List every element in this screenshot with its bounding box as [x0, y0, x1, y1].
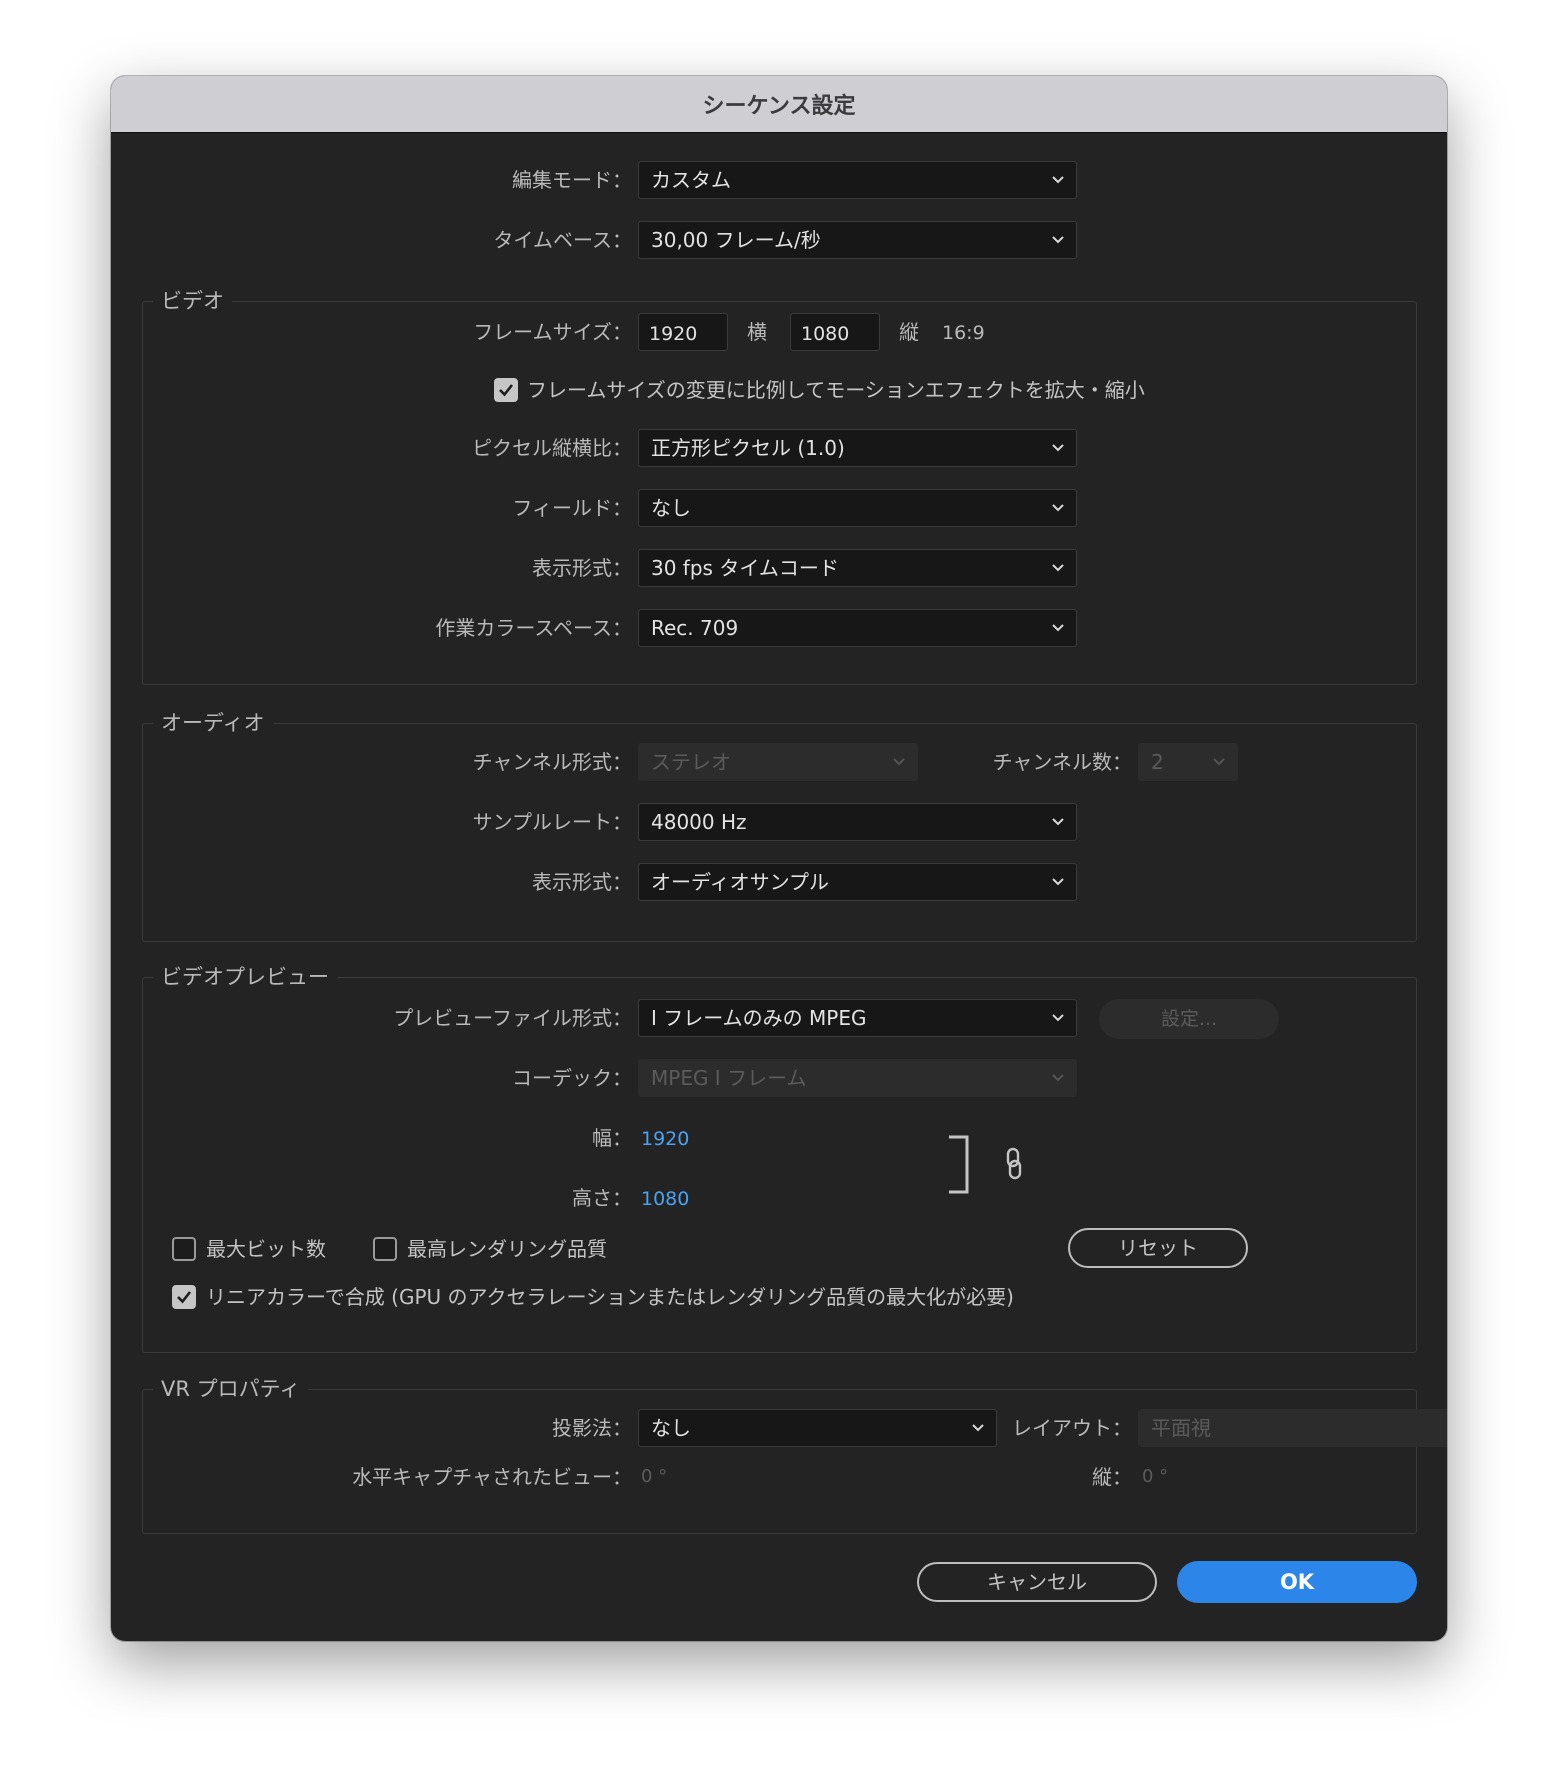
scale-motion-checkbox[interactable] [494, 378, 518, 402]
vr-properties-group-title: VR プロパティ [153, 1372, 309, 1406]
chevron-down-icon [1052, 818, 1064, 826]
pixel-aspect-value: 正方形ピクセル (1.0) [651, 436, 845, 460]
channel-count-value: 2 [1151, 750, 1164, 774]
chevron-down-icon [1052, 1014, 1064, 1022]
dialog-content: 編集モード： カスタム タイムベース： 30,00 フレーム/秒 ビデオ フレー… [111, 133, 1447, 1641]
max-bit-depth-label: 最大ビット数 [206, 1237, 326, 1261]
preview-file-format-select[interactable]: I フレームのみの MPEG [638, 999, 1077, 1037]
chevron-down-icon [1052, 444, 1064, 452]
audio-display-format-select[interactable]: オーディオサンプル [638, 863, 1077, 901]
frame-height-unit: 縦 [899, 320, 919, 344]
chevron-down-icon [1052, 624, 1064, 632]
sequence-settings-dialog: シーケンス設定 編集モード： カスタム タイムベース： 30,00 フレーム/秒… [111, 76, 1447, 1641]
edit-mode-value: カスタム [651, 168, 731, 192]
max-render-quality-label: 最高レンダリング品質 [407, 1237, 607, 1261]
chevron-down-icon [1052, 564, 1064, 572]
codec-label: コーデック： [512, 1066, 632, 1090]
video-preview-group-title: ビデオプレビュー [153, 960, 337, 994]
fields-select[interactable]: なし [638, 489, 1077, 527]
projection-select[interactable]: なし [638, 1409, 997, 1447]
pixel-aspect-select[interactable]: 正方形ピクセル (1.0) [638, 429, 1077, 467]
frame-size-label: フレームサイズ： [473, 320, 632, 344]
fields-label: フィールド： [512, 496, 632, 520]
pixel-aspect-label: ピクセル縦横比： [472, 436, 632, 460]
preview-file-format-label: プレビューファイル形式： [393, 1006, 632, 1030]
checkmark-icon [499, 384, 514, 397]
aspect-ratio-text: 16:9 [942, 322, 985, 344]
cancel-button[interactable]: キャンセル [917, 1562, 1157, 1602]
projection-label: 投影法： [552, 1416, 632, 1440]
video-group-title: ビデオ [153, 284, 232, 318]
audio-display-format-label: 表示形式： [532, 870, 632, 894]
scale-motion-label: フレームサイズの変更に比例してモーションエフェクトを拡大・縮小 [527, 378, 1145, 402]
color-space-value: Rec. 709 [651, 616, 739, 640]
timebase-label: タイムベース： [493, 228, 632, 252]
frame-width-unit: 横 [747, 320, 767, 344]
sample-rate-value: 48000 Hz [651, 810, 747, 834]
checkmark-icon [177, 1291, 192, 1304]
link-bracket-icon [949, 1135, 969, 1194]
preview-settings-button[interactable]: 設定... [1099, 999, 1279, 1039]
reset-button[interactable]: リセット [1068, 1228, 1248, 1268]
cancel-button-label: キャンセル [987, 1570, 1087, 1594]
reset-button-label: リセット [1118, 1236, 1198, 1260]
codec-select[interactable]: MPEG I フレーム [638, 1059, 1077, 1097]
horizontal-view-label: 水平キャプチャされたビュー： [352, 1465, 632, 1489]
color-space-label: 作業カラースペース： [435, 616, 632, 640]
chevron-down-icon [1213, 758, 1225, 766]
chevron-down-icon [1052, 878, 1064, 886]
fields-value: なし [651, 496, 691, 520]
edit-mode-select[interactable]: カスタム [638, 161, 1077, 199]
preview-width-value[interactable]: 1920 [641, 1119, 689, 1159]
frame-height-input[interactable]: 1080 [790, 313, 880, 351]
chevron-down-icon [1052, 236, 1064, 244]
edit-mode-label: 編集モード： [512, 168, 632, 192]
vertical-view-value: 0 ° [1142, 1466, 1169, 1487]
channel-format-value: ステレオ [651, 750, 731, 774]
timebase-select[interactable]: 30,00 フレーム/秒 [638, 221, 1077, 259]
ok-button-label: OK [1279, 1570, 1315, 1594]
dialog-title: シーケンス設定 [702, 94, 856, 119]
video-display-format-select[interactable]: 30 fps タイムコード [638, 549, 1077, 587]
linear-color-checkbox[interactable] [172, 1285, 196, 1309]
layout-label: レイアウト： [1012, 1416, 1132, 1440]
link-chain-icon[interactable] [1005, 1147, 1023, 1181]
horizontal-view-value: 0 ° [641, 1466, 668, 1487]
frame-width-input[interactable]: 1920 [638, 313, 728, 351]
channel-count-label: チャンネル数： [992, 750, 1132, 774]
title-bar[interactable]: シーケンス設定 [111, 76, 1447, 133]
sample-rate-select[interactable]: 48000 Hz [638, 803, 1077, 841]
chevron-down-icon [1052, 176, 1064, 184]
audio-display-format-value: オーディオサンプル [651, 870, 829, 894]
preview-file-format-value: I フレームのみの MPEG [651, 1006, 867, 1030]
linear-color-label: リニアカラーで合成 (GPU のアクセラレーションまたはレンダリング品質の最大化… [206, 1285, 1014, 1309]
chevron-down-icon [1052, 504, 1064, 512]
audio-group-title: オーディオ [153, 706, 273, 740]
sample-rate-label: サンプルレート： [472, 810, 632, 834]
layout-select[interactable]: 平面視 [1138, 1409, 1447, 1447]
channel-format-select[interactable]: ステレオ [638, 743, 918, 781]
channel-format-label: チャンネル形式： [472, 750, 632, 774]
vertical-view-label: 縦： [1092, 1465, 1132, 1489]
max-bit-depth-checkbox[interactable] [172, 1237, 196, 1261]
video-display-format-label: 表示形式： [532, 556, 632, 580]
ok-button[interactable]: OK [1177, 1561, 1417, 1603]
preview-height-value[interactable]: 1080 [641, 1179, 689, 1219]
layout-value: 平面視 [1151, 1416, 1211, 1440]
color-space-select[interactable]: Rec. 709 [638, 609, 1077, 647]
max-render-quality-checkbox[interactable] [373, 1237, 397, 1261]
channel-count-select[interactable]: 2 [1138, 743, 1238, 781]
chevron-down-icon [1052, 1074, 1064, 1082]
height-label: 高さ： [572, 1186, 632, 1210]
chevron-down-icon [893, 758, 905, 766]
timebase-value: 30,00 フレーム/秒 [651, 228, 821, 252]
width-label: 幅： [592, 1126, 632, 1150]
video-display-format-value: 30 fps タイムコード [651, 556, 839, 580]
chevron-down-icon [972, 1424, 984, 1432]
codec-value: MPEG I フレーム [651, 1066, 807, 1090]
projection-value: なし [651, 1416, 691, 1440]
